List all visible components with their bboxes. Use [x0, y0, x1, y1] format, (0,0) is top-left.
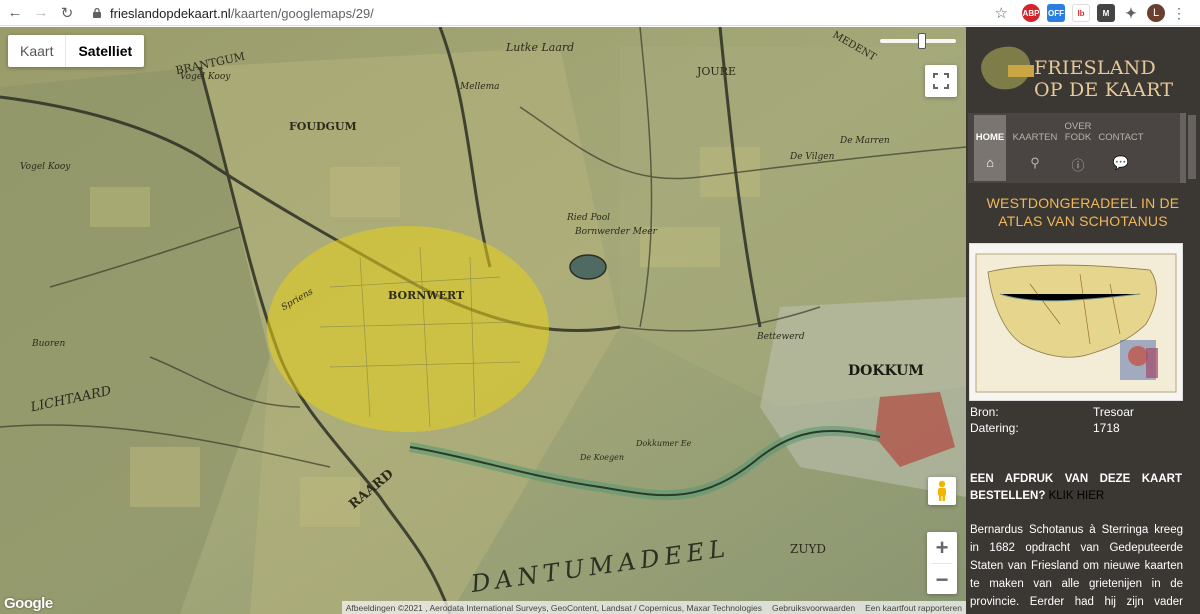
zoom-control: + − — [927, 532, 957, 594]
map-label-lutke-laard: Lutke Laard — [506, 41, 575, 54]
menu-home[interactable]: HOME ⌂ — [974, 115, 1006, 181]
order-print-text: EEN AFDRUK VAN DEZE KAART BESTELLEN? KLI… — [970, 471, 1182, 505]
map-canvas[interactable]: BRANTGUM Lutke Laard JOURE MEDENT Vogel … — [0, 27, 966, 614]
street-view-pegman-button[interactable] — [928, 477, 956, 505]
slider-knob[interactable] — [918, 33, 926, 49]
map-label-de-marren: De Marren — [840, 136, 890, 146]
map-label-vogel-kooy-2: Vogel Kooy — [20, 162, 71, 172]
map-type-satelliet-button[interactable]: Satelliet — [65, 35, 144, 67]
menu-scrollbar[interactable] — [1188, 115, 1196, 179]
map-label-bettewerd: Bettewerd — [757, 332, 805, 342]
lock-icon[interactable] — [90, 6, 104, 20]
menu-kaarten[interactable]: KAARTEN ⚲ — [1012, 115, 1058, 181]
browser-toolbar: ← → ↻ frieslandopdekaart.nl/kaarten/goog… — [0, 0, 1200, 26]
zoom-out-button[interactable]: − — [927, 564, 957, 595]
map-label-vogel-kooy: Vogel Kooy — [180, 72, 231, 82]
datering-row: Datering: 1718 — [970, 421, 1190, 437]
logo-text: FRIESLAND OP DE KAART — [1034, 57, 1174, 101]
coupon-extension-icon[interactable]: OFF — [1047, 4, 1065, 22]
menu-contact[interactable]: CONTACT 💬 — [1096, 115, 1146, 181]
map-label-de-vilgen: De Vilgen — [790, 152, 835, 162]
map-title: WESTDONGERADEEL IN DE ATLAS VAN SCHOTANU… — [986, 195, 1180, 229]
url-host: frieslandopdekaart.nl — [110, 5, 231, 21]
url-path: /kaarten/googlemaps/29/ — [230, 5, 374, 21]
map-label-dokkumer-ee: Dokkumer Ee — [636, 439, 692, 448]
map-type-control: Kaart Satelliet — [8, 35, 145, 67]
back-icon[interactable]: ← — [4, 2, 26, 24]
map-label-bornwerder-meer: Bornwerder Meer — [575, 227, 657, 237]
site-logo[interactable]: FRIESLAND OP DE KAART — [974, 43, 1188, 103]
map-type-kaart-button[interactable]: Kaart — [8, 35, 65, 67]
attribution-text: Afbeeldingen ©2021 , Aerodata Internatio… — [345, 602, 762, 613]
reload-icon[interactable]: ↻ — [56, 2, 78, 24]
info-icon: ⓘ — [1071, 158, 1085, 173]
menu-kaarten-label: KAARTEN — [1012, 132, 1058, 143]
map-label-buoren: Buoren — [32, 339, 66, 349]
menu-contact-label: CONTACT — [1098, 132, 1144, 143]
datering-label: Datering: — [970, 421, 1019, 435]
map-label-dokkum: DOKKUM — [848, 363, 924, 379]
forward-icon[interactable]: → — [30, 2, 52, 24]
sidebar: FRIESLAND OP DE KAART HOME ⌂ KAARTEN ⚲ O… — [966, 27, 1200, 614]
map-label-joure: JOURE — [697, 65, 737, 78]
bron-label: Bron: — [970, 405, 999, 419]
profile-avatar[interactable]: L — [1147, 4, 1165, 22]
browser-menu-icon[interactable]: ⋮ — [1172, 5, 1186, 22]
map-attribution: Afbeeldingen ©2021 , Aerodata Internatio… — [341, 601, 966, 614]
menu-over-fodk-label: OVER FODK — [1064, 121, 1092, 143]
puzzle-icon[interactable]: ✦ — [1122, 4, 1140, 22]
menu-home-label: HOME — [975, 132, 1005, 143]
extensions-bar: ABP OFF Ib M ✦ L ⋮ — [1022, 3, 1186, 23]
pegman-icon — [938, 480, 946, 501]
fullscreen-button[interactable] — [925, 65, 957, 97]
terms-link[interactable]: Gebruiksvoorwaarden — [772, 603, 855, 613]
map-label-zuyd: ZUYD — [790, 542, 826, 556]
friesland-map-logo-icon — [981, 46, 1034, 90]
menu-over-fodk[interactable]: OVER FODK ⓘ — [1060, 115, 1096, 181]
bron-row: Bron: Tresoar — [970, 405, 1190, 421]
bron-value: Tresoar — [1093, 405, 1134, 419]
extension-ib-icon[interactable]: Ib — [1072, 4, 1090, 22]
map-thumbnail-image — [975, 253, 1177, 393]
historic-map-overlay — [0, 27, 966, 614]
address-bar[interactable]: frieslandopdekaart.nl/kaarten/googlemaps… — [84, 2, 1018, 24]
map-label-de-koegen: De Koegen — [580, 453, 625, 462]
map-label-ried-pool: Ried Pool — [567, 213, 611, 223]
map-label-bornwert: BORNWERT — [388, 289, 465, 302]
report-map-error-link[interactable]: Een kaartfout rapporteren — [865, 603, 962, 613]
overlay-opacity-slider[interactable] — [880, 33, 956, 49]
map-label-mellema: Mellema — [460, 82, 500, 92]
map-marker-icon: ⚲ — [1030, 155, 1040, 170]
order-print-link[interactable]: KLIK HIER — [1049, 490, 1105, 502]
map-description: Bernardus Schotanus à Sterringa kreeg in… — [970, 524, 1183, 608]
google-logo[interactable]: Google — [4, 595, 53, 612]
adblock-icon[interactable]: ABP — [1022, 4, 1040, 22]
datering-value: 1718 — [1093, 421, 1120, 435]
fullscreen-icon — [933, 73, 949, 89]
map-thumbnail[interactable] — [969, 243, 1183, 401]
map-label-foudgum: FOUDGUM — [289, 120, 357, 133]
extension-m-icon[interactable]: M — [1097, 4, 1115, 22]
home-icon: ⌂ — [986, 155, 994, 170]
chat-icon: 💬 — [1112, 155, 1130, 170]
bookmark-star-icon[interactable]: ☆ — [995, 4, 1008, 22]
main-menu: HOME ⌂ KAARTEN ⚲ OVER FODK ⓘ CONTACT 💬 — [968, 113, 1186, 183]
zoom-in-button[interactable]: + — [927, 532, 957, 563]
